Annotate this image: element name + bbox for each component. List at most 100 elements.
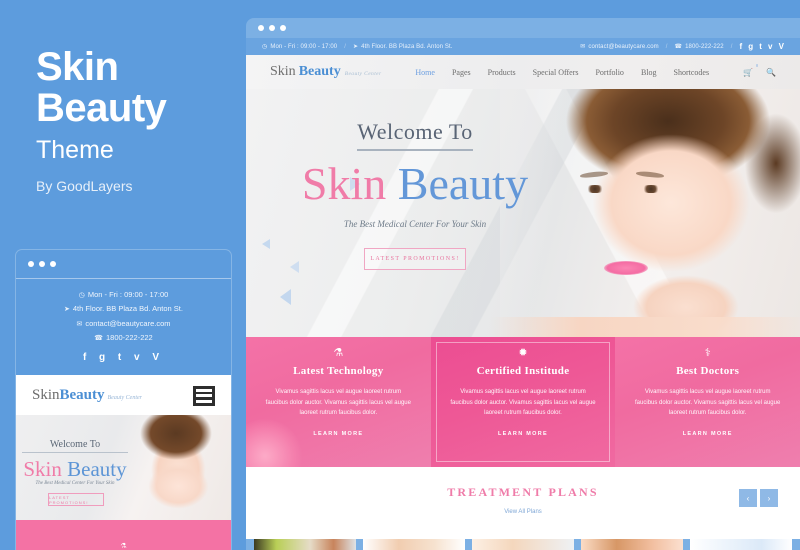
mobile-phone: 1800-222-222 <box>106 332 153 342</box>
treatment-plans-section: TREATMENT PLANS View All Plans ‹ › <box>246 467 800 539</box>
nav-item-blog[interactable]: Blog <box>641 68 657 77</box>
learn-more-link[interactable]: LEARN MORE <box>683 431 733 437</box>
envelope-icon: ✉ <box>76 320 83 328</box>
latest-promotions-button[interactable]: LATEST PROMOTIONS! <box>364 248 466 270</box>
promo-title-line2: Beauty <box>36 85 167 130</box>
promo-title: Skin Beauty <box>36 45 167 130</box>
cart-icon[interactable]: 🛒 0 <box>743 63 758 77</box>
site-top-bar: ◷ Mon - Fri : 09:00 - 17:00 / ➤ 4th Floo… <box>246 38 800 55</box>
feature-body: Vivamus sagittis lacus vel augue laoreet… <box>265 389 411 416</box>
mobile-hero-portrait <box>117 415 231 521</box>
portrait-eye-left <box>584 185 606 193</box>
promo-author: By GoodLayers <box>36 178 133 194</box>
promo-subtitle: Theme <box>36 136 114 164</box>
mobile-window-bar <box>16 250 231 278</box>
feature-boxes: ⚗ Latest Technology Vivamus sagittis lac… <box>246 337 800 467</box>
logo-beauty: Beauty <box>298 64 341 79</box>
treatment-plan-thumbnails <box>246 539 800 550</box>
mobile-phone-row[interactable]: ☎ 1800-222-222 <box>22 331 225 345</box>
nav-links: Home Pages Products Special Offers Portf… <box>415 63 776 77</box>
hero-subtitle: The Best Medical Center For Your Skin <box>343 219 487 229</box>
hamburger-menu-icon[interactable] <box>193 385 215 406</box>
mobile-logo-skin: Skin <box>32 387 60 404</box>
feature-title: Latest Technology <box>293 365 384 377</box>
learn-more-link[interactable]: LEARN MORE <box>313 431 363 437</box>
mobile-hero-title-pink: Skin <box>23 457 62 482</box>
view-all-plans-link[interactable]: View All Plans <box>504 509 542 515</box>
tumblr-icon[interactable]: t <box>759 42 762 51</box>
carousel-prev-button[interactable]: ‹ <box>739 489 757 507</box>
email-item[interactable]: ✉ contact@beautycare.com <box>580 43 659 51</box>
feature-box-latest-technology[interactable]: ⚗ Latest Technology Vivamus sagittis lac… <box>246 337 431 467</box>
plan-thumbnail[interactable] <box>363 539 465 550</box>
portrait-shoulder <box>490 317 800 337</box>
mobile-hours: Mon - Fri : 09:00 - 17:00 <box>87 290 169 299</box>
carousel-arrows: ‹ › <box>739 489 778 507</box>
mobile-promotions-button[interactable]: LATEST PROMOTIONS! <box>48 493 104 507</box>
mobile-info-bar: ◷ Mon - Fri : 09:00 - 17:00 ➤ 4th Floor. B… <box>16 278 231 375</box>
carousel-next-button[interactable]: › <box>760 489 778 507</box>
nav-item-special-offers[interactable]: Special Offers <box>533 68 579 77</box>
nav-icons: 🛒 0 🔍 <box>743 63 776 77</box>
decor-triangle <box>280 289 291 305</box>
promo-title-line1: Skin <box>36 45 119 89</box>
logo-skin: Skin <box>270 64 296 79</box>
clock-icon: ◷ <box>78 292 85 299</box>
mobile-social-links[interactable]: f g t v V <box>22 348 225 367</box>
mobile-email-row[interactable]: ✉ contact@beautycare.com <box>22 317 225 331</box>
site-navigation: Skin Beauty Beauty Center Home Pages Pro… <box>246 55 800 89</box>
mobile-preview: ◷ Mon - Fri : 09:00 - 17:00 ➤ 4th Floor. B… <box>16 250 231 550</box>
facebook-icon[interactable]: f <box>739 42 742 51</box>
address-text: 4th Floor. BB Plaza Bd. Anton St. <box>361 43 453 50</box>
search-icon[interactable]: 🔍 <box>766 68 776 77</box>
phone-text: 1800-222-222 <box>685 43 724 50</box>
twitter-icon[interactable]: v <box>768 42 773 51</box>
learn-more-link[interactable]: LEARN MORE <box>498 431 548 437</box>
feature-box-best-doctors[interactable]: ⚕ Best Doctors Vivamus sagittis lacus ve… <box>615 337 800 467</box>
mobile-address: 4th Floor. BB Plaza Bd. Anton St. <box>72 304 183 314</box>
decor-triangle <box>262 239 270 249</box>
mobile-hero-welcome: Welcome To <box>22 439 128 454</box>
feature-title: Best Doctors <box>676 365 740 377</box>
hours-item: ◷ Mon - Fri : 09:00 - 17:00 <box>262 43 337 51</box>
flower-decoration <box>246 419 302 467</box>
plan-thumbnail[interactable] <box>690 539 792 550</box>
mobile-logo-tagline: Beauty Center <box>107 395 143 402</box>
nav-item-portfolio[interactable]: Portfolio <box>595 68 623 77</box>
plan-thumbnail[interactable] <box>254 539 356 550</box>
location-icon: ➤ <box>64 306 70 314</box>
nav-item-products[interactable]: Products <box>488 68 516 77</box>
nav-item-pages[interactable]: Pages <box>452 68 471 77</box>
email-text: contact@beautycare.com <box>588 43 659 50</box>
mobile-email: contact@beautycare.com <box>85 318 171 328</box>
phone-icon: ☎ <box>674 44 683 50</box>
top-bar-right: ✉ contact@beautycare.com / ☎ 1800-222-22… <box>580 42 784 51</box>
logo-tagline: Beauty Center <box>344 71 382 77</box>
feature-box-certified-institude[interactable]: ✹ Certified Institude Vivamus sagittis l… <box>430 337 616 467</box>
plan-thumbnail[interactable] <box>472 539 574 550</box>
vimeo-icon[interactable]: V <box>779 42 784 51</box>
portrait-eyebrow-left <box>579 170 609 179</box>
social-links[interactable]: f g t v V <box>739 42 784 51</box>
portrait-eye-right <box>640 185 662 193</box>
mobile-logo-beauty: Beauty <box>59 387 105 404</box>
stethoscope-icon: ⚕ <box>704 347 711 359</box>
googleplus-icon[interactable]: g <box>748 42 753 51</box>
hero-copy: Welcome To Skin Beauty The Best Medical … <box>280 119 550 270</box>
divider: / <box>730 43 733 50</box>
hero-title-blue: Beauty <box>397 158 529 209</box>
nav-item-home[interactable]: Home <box>415 68 435 77</box>
mobile-logo[interactable]: SkinBeauty Beauty Center <box>32 387 142 404</box>
top-bar-left: ◷ Mon - Fri : 09:00 - 17:00 / ➤ 4th Floo… <box>262 43 453 51</box>
mobile-hero-subtitle: The Best Medical Center For Your Skin <box>35 481 115 487</box>
envelope-icon: ✉ <box>580 44 586 50</box>
divider: / <box>665 43 668 50</box>
phone-icon: ☎ <box>94 334 103 342</box>
mobile-hero: Welcome To Skin Beauty The Best Medical … <box>16 415 231 521</box>
plan-thumbnail[interactable] <box>581 539 683 550</box>
flask-icon: ⚗ <box>120 543 127 550</box>
feature-title: Certified Institude <box>476 365 570 377</box>
phone-item[interactable]: ☎ 1800-222-222 <box>674 43 724 51</box>
nav-item-shortcodes[interactable]: Shortcodes <box>674 68 710 77</box>
site-logo[interactable]: Skin Beauty Beauty Center <box>270 64 382 80</box>
